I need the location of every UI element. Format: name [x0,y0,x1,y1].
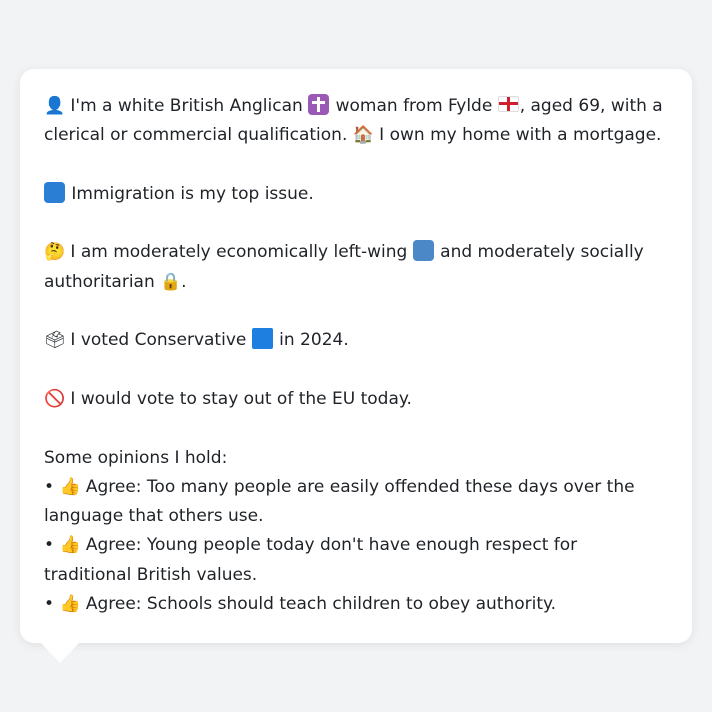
chat-message-bubble: 👤 I'm a white British Anglican woman fro… [20,69,692,643]
bubble-tail [40,642,80,663]
eu-stance: 🚫 I would vote to stay out of the EU tod… [44,385,668,414]
thumbs-up-icon: 👍 [59,476,81,497]
thumbs-up-icon: 👍 [59,535,81,556]
england-flag-icon [497,96,519,112]
profile-intro: 👤 I'm a white British Anglican woman fro… [44,92,668,151]
prohibited-icon: 🚫 [44,388,66,409]
left-arrow-icon [412,240,434,262]
identity-text: I'm a white British Anglican [70,96,303,116]
opinion-item: • 👍 Agree: Schools should teach children… [44,590,668,619]
vote-2024: 🗳 I voted Conservative in 2024. [44,326,668,355]
thumbs-up-icon: 👍 [59,594,81,615]
home-ownership-text: I own my home with a mortgage. [379,125,662,146]
opinion-item: • 👍 Agree: Too many people are easily of… [44,473,668,532]
opinion-text: Agree: Young people today don't have eno… [44,535,578,585]
bust-silhouette-icon: 👤 [44,96,66,116]
opinion-item: • 👍 Agree: Young people today don't have… [44,531,668,590]
lock-icon: 🔒 [160,271,182,292]
opinions-header: Some opinions I hold: [44,447,228,468]
political-position: 🤔 I am moderately economically left-wing… [44,238,668,297]
passport-control-icon [44,181,65,203]
economic-position-text: I am moderately economically left-wing [70,242,408,263]
opinion-text: Agree: Too many people are easily offend… [44,476,635,527]
eu-stance-text: I would vote to stay out of the EU today… [70,388,412,409]
opinion-text: Agree: Schools should teach children to … [85,594,557,615]
blue-square-icon [251,328,273,350]
top-issue-text: Immigration is my top issue. [71,183,314,204]
ballot-box-icon: 🗳 [44,330,66,351]
thinking-face-icon: 🤔 [44,242,66,263]
vote-year-text: in 2024. [279,330,349,351]
top-issue: Immigration is my top issue. [44,180,668,209]
latin-cross-icon [308,94,330,115]
house-icon: 🏠 [352,125,374,146]
vote-text: I voted Conservative [70,330,247,351]
gender-region-text: woman from Fylde [335,96,493,116]
